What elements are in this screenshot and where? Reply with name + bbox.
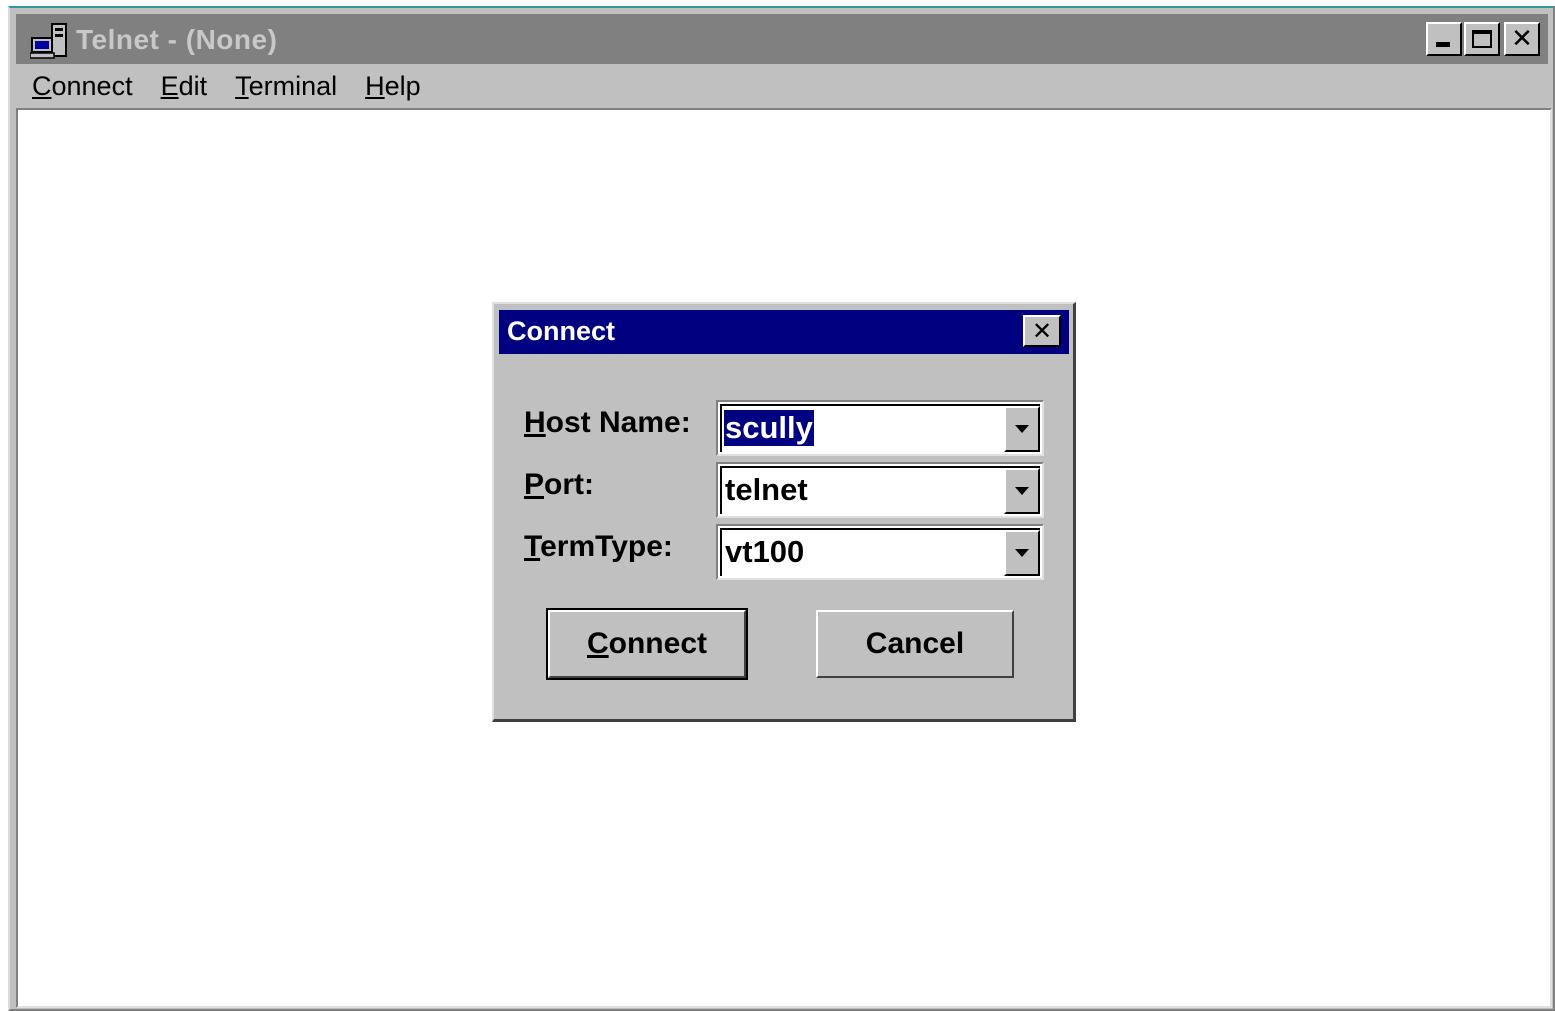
- close-button[interactable]: ✕: [1504, 22, 1540, 56]
- window-titlebar[interactable]: Telnet - (None) ✕: [16, 14, 1548, 66]
- chevron-down-icon: [1015, 549, 1029, 557]
- dialog-titlebar[interactable]: Connect ✕: [499, 310, 1069, 354]
- termtype-label: TermType:: [524, 530, 673, 564]
- host-name-field[interactable]: scully: [720, 404, 1040, 452]
- host-name-combobox[interactable]: scully: [716, 400, 1044, 456]
- port-label-rest: ort:: [544, 468, 594, 501]
- minimize-button[interactable]: [1426, 22, 1462, 56]
- connect-button-mnemonic: C: [586, 627, 609, 660]
- menu-edit-mnemonic: E: [160, 70, 179, 101]
- maximize-button[interactable]: [1464, 22, 1500, 56]
- host-name-label-mnemonic: H: [524, 406, 546, 439]
- connect-button-rest: onnect: [608, 627, 707, 660]
- maximize-icon: [1472, 30, 1492, 48]
- menu-help[interactable]: Help: [365, 71, 421, 102]
- termtype-dropdown-button[interactable]: [1004, 530, 1040, 576]
- host-name-dropdown-button[interactable]: [1004, 406, 1040, 452]
- chevron-down-icon: [1015, 425, 1029, 433]
- telnet-computer-icon: [29, 22, 70, 60]
- connect-dialog: Connect ✕ Host Name: scully Port: telnet…: [492, 302, 1076, 722]
- menu-connect-rest: onnect: [51, 70, 133, 101]
- menu-help-rest: elp: [384, 70, 421, 101]
- port-combobox[interactable]: telnet: [716, 462, 1044, 518]
- termtype-combobox[interactable]: vt100: [716, 524, 1044, 580]
- dialog-title: Connect: [507, 316, 615, 346]
- menu-terminal-mnemonic: T: [235, 70, 249, 101]
- menu-connect-mnemonic: C: [32, 70, 52, 101]
- menu-help-mnemonic: H: [365, 70, 385, 101]
- chevron-down-icon: [1015, 487, 1029, 495]
- port-value[interactable]: telnet: [724, 472, 809, 508]
- menu-connect[interactable]: Connect: [32, 71, 133, 102]
- menu-terminal[interactable]: Terminal: [235, 71, 337, 102]
- close-icon: ✕: [1511, 24, 1533, 54]
- host-name-value[interactable]: scully: [724, 410, 814, 446]
- termtype-label-mnemonic: T: [524, 530, 541, 563]
- port-label: Port:: [524, 468, 594, 502]
- dialog-close-button[interactable]: ✕: [1023, 315, 1061, 347]
- port-label-mnemonic: P: [524, 468, 545, 501]
- termtype-field[interactable]: vt100: [720, 528, 1040, 576]
- cancel-button[interactable]: Cancel: [816, 610, 1014, 678]
- host-name-label-rest: ost Name:: [545, 406, 691, 439]
- menu-edit[interactable]: Edit: [161, 71, 208, 102]
- window-controls: ✕: [1426, 22, 1540, 56]
- menubar: Connect Edit Terminal Help: [16, 64, 1548, 108]
- port-dropdown-button[interactable]: [1004, 468, 1040, 514]
- termtype-value[interactable]: vt100: [724, 534, 805, 570]
- host-name-label: Host Name:: [524, 406, 691, 440]
- menu-edit-rest: dit: [178, 70, 208, 101]
- minimize-icon: [1436, 42, 1450, 47]
- port-field[interactable]: telnet: [720, 466, 1040, 514]
- close-icon: ✕: [1031, 317, 1053, 345]
- termtype-label-rest: ermType:: [540, 530, 673, 563]
- window-title: Telnet - (None): [76, 24, 278, 55]
- menu-terminal-rest: erminal: [248, 70, 338, 101]
- connect-button[interactable]: Connect: [546, 608, 748, 680]
